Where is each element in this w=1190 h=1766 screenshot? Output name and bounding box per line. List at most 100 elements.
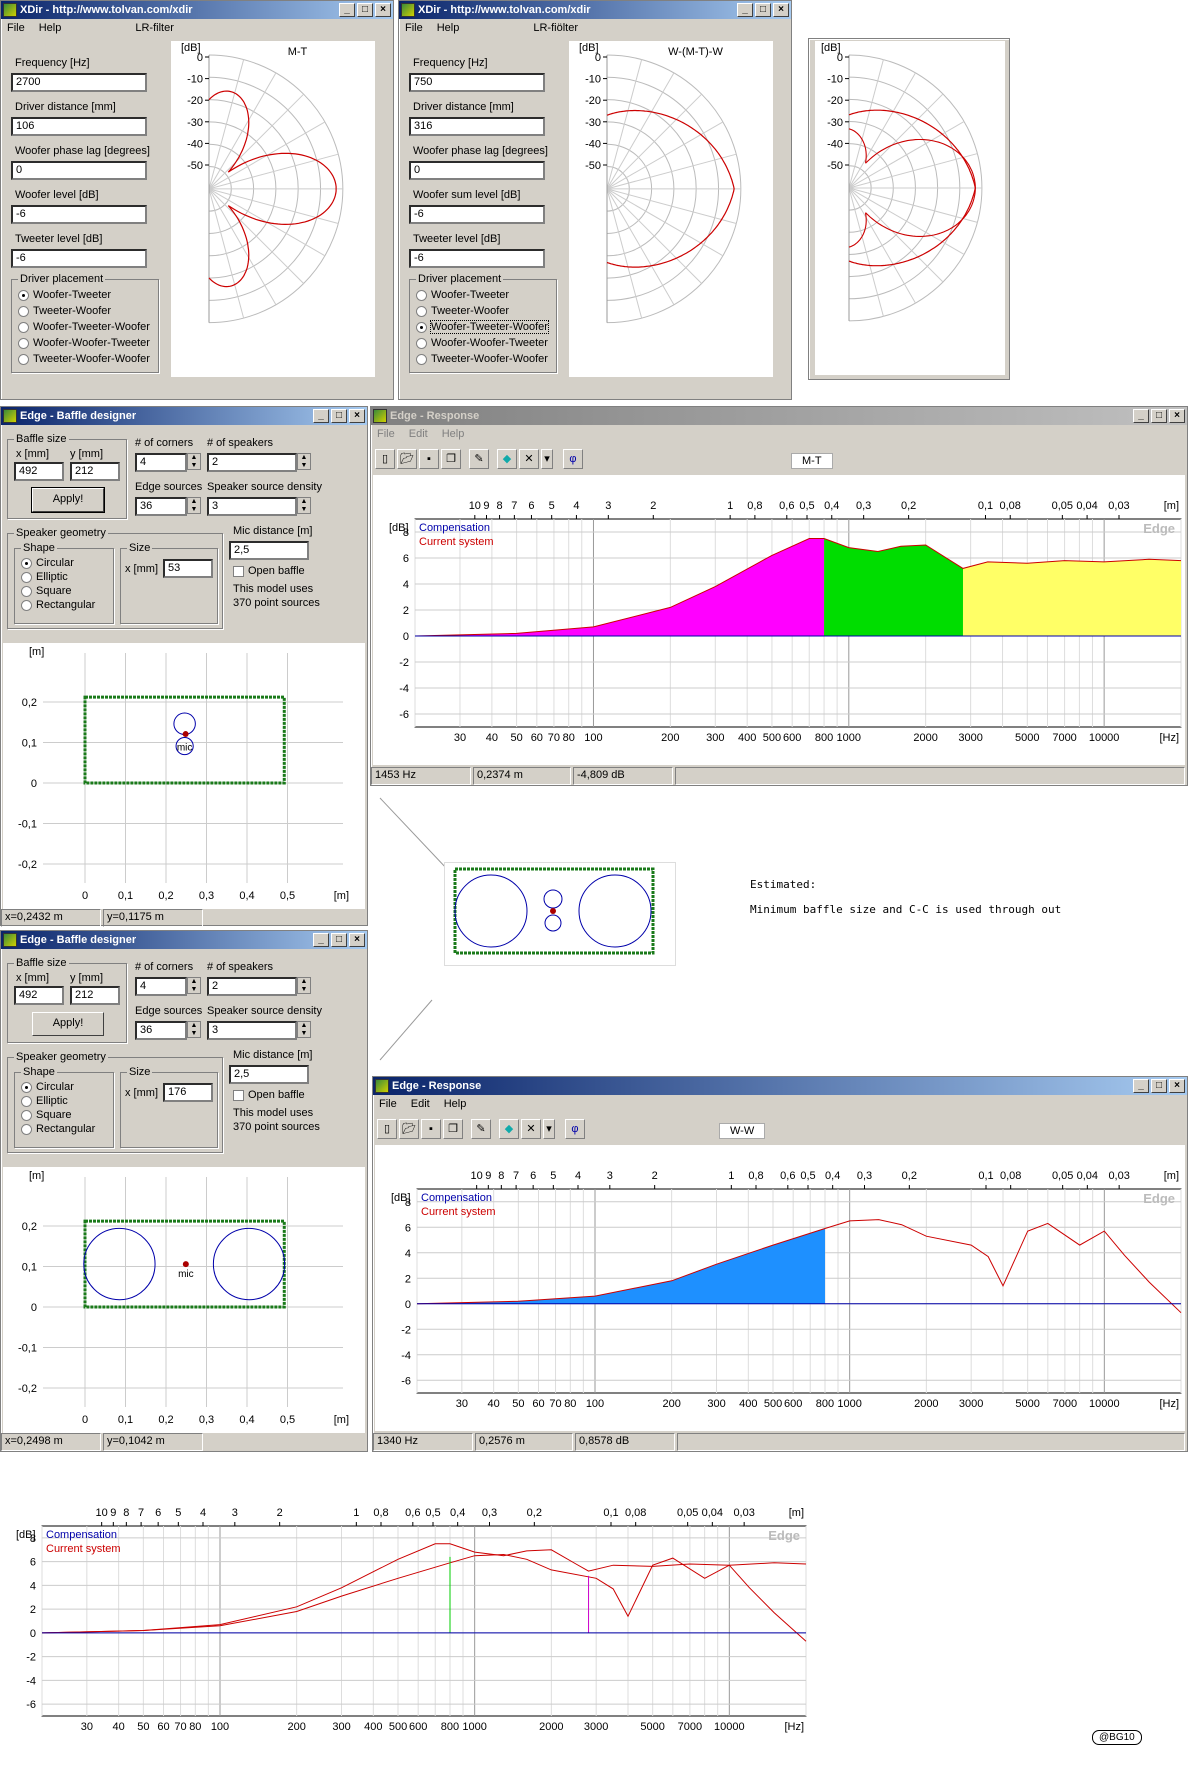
driver-distance-input[interactable]: 316: [409, 117, 545, 136]
response-tab-label[interactable]: M-T: [791, 453, 833, 469]
corners-input[interactable]: 4: [135, 453, 187, 472]
placement-tweeter-woofer[interactable]: Tweeter-Woofer: [18, 305, 111, 317]
edge-sources-input[interactable]: 36: [135, 497, 187, 516]
mic-distance-input[interactable]: 2,5: [229, 541, 309, 560]
close-button[interactable]: ×: [349, 933, 365, 947]
baffle-layout-plot[interactable]: [m] 0,2 0,1 0 -0,1 -0,2 0 0,1 0,2 0,3 0,4 0,5 [m] mic: [3, 643, 365, 909]
maximize-button[interactable]: □: [331, 409, 347, 423]
menu-edit[interactable]: Edit: [411, 1098, 430, 1110]
maximize-button[interactable]: □: [755, 3, 771, 17]
menu-file[interactable]: File: [405, 22, 423, 34]
open-folder-icon[interactable]: 📂︎: [399, 1119, 419, 1139]
pencil-icon[interactable]: ✎: [469, 449, 489, 469]
density-spinner[interactable]: ▲ ▼: [297, 497, 311, 514]
delete-icon[interactable]: ✕: [519, 449, 539, 469]
size-x-input[interactable]: 53: [163, 559, 213, 578]
density-spinner[interactable]: ▲ ▼: [297, 1021, 311, 1038]
mic-distance-input[interactable]: 2,5: [229, 1065, 309, 1084]
corners-spinner[interactable]: ▲ ▼: [187, 977, 201, 994]
placement-woofer-tweeter[interactable]: Woofer-Tweeter: [416, 289, 509, 301]
tweeter-level-input[interactable]: -6: [409, 249, 545, 268]
maximize-button[interactable]: □: [1151, 1079, 1167, 1093]
save-icon[interactable]: ▪: [419, 449, 439, 469]
dropdown-arrow-icon[interactable]: ▾: [543, 1119, 555, 1139]
woofer-phase-input[interactable]: 0: [11, 161, 147, 180]
placement-woofer-woofer-tweeter[interactable]: Woofer-Woofer-Tweeter: [18, 337, 150, 349]
close-button[interactable]: ×: [349, 409, 365, 423]
minimize-button[interactable]: _: [339, 3, 355, 17]
speakers-spinner[interactable]: ▲ ▼: [297, 977, 311, 994]
woofer-sum-level-input[interactable]: -6: [409, 205, 545, 224]
response-tab-label[interactable]: W-W: [719, 1123, 766, 1139]
minimize-button[interactable]: _: [1133, 409, 1149, 423]
tweeter-level-input[interactable]: -6: [11, 249, 147, 268]
apply-button[interactable]: Apply!: [32, 1012, 104, 1036]
delete-icon[interactable]: ✕: [521, 1119, 541, 1139]
shape-rectangular[interactable]: Rectangular: [21, 1123, 95, 1135]
response-plot-2[interactable]: 8 6 4 2 0 -2 -4 -6 30 40 50 60 70 80 100 200 300 400 500 60…: [375, 1145, 1185, 1431]
speakers-input[interactable]: 2: [207, 453, 297, 472]
baffle-x-input[interactable]: 492: [14, 986, 64, 1005]
maximize-button[interactable]: □: [357, 3, 373, 17]
driver-distance-input[interactable]: 106: [11, 117, 147, 136]
baffle-y-input[interactable]: 212: [70, 462, 120, 481]
woofer-phase-input[interactable]: 0: [409, 161, 545, 180]
maximize-button[interactable]: □: [331, 933, 347, 947]
menu-help[interactable]: Help: [444, 1098, 467, 1110]
frequency-input[interactable]: 2700: [11, 73, 147, 92]
shape-square[interactable]: Square: [21, 585, 71, 597]
placement-woofer-woofer-tweeter[interactable]: Woofer-Woofer-Tweeter: [416, 337, 548, 349]
phase-icon[interactable]: φ: [565, 1119, 585, 1139]
edge-sources-spinner[interactable]: ▲ ▼: [187, 497, 201, 514]
shape-circular[interactable]: Circular: [21, 557, 74, 569]
menu-edit[interactable]: Edit: [409, 428, 428, 440]
corners-spinner[interactable]: ▲ ▼: [187, 453, 201, 470]
speaker-icon[interactable]: ◆: [497, 449, 517, 469]
shape-rectangular[interactable]: Rectangular: [21, 599, 95, 611]
corners-input[interactable]: 4: [135, 977, 187, 996]
menu-file[interactable]: File: [7, 22, 25, 34]
edge-sources-spinner[interactable]: ▲ ▼: [187, 1021, 201, 1038]
placement-tweeter-woofer-woofer[interactable]: Tweeter-Woofer-Woofer: [18, 353, 150, 365]
close-button[interactable]: ×: [375, 3, 391, 17]
maximize-button[interactable]: □: [1151, 409, 1167, 423]
baffle-x-input[interactable]: 492: [14, 462, 64, 481]
minimize-button[interactable]: _: [737, 3, 753, 17]
open-baffle-checkbox[interactable]: Open baffle: [233, 565, 305, 577]
menu-file[interactable]: File: [379, 1098, 397, 1110]
new-file-icon[interactable]: ▯: [375, 449, 395, 469]
speakers-input[interactable]: 2: [207, 977, 297, 996]
menu-help[interactable]: Help: [442, 428, 465, 440]
edge-sources-input[interactable]: 36: [135, 1021, 187, 1040]
speaker-icon[interactable]: ◆: [499, 1119, 519, 1139]
minimize-button[interactable]: _: [1133, 1079, 1149, 1093]
copy-icon[interactable]: ❐: [443, 1119, 463, 1139]
open-folder-icon[interactable]: 📂︎: [397, 449, 417, 469]
menu-help[interactable]: Help: [437, 22, 460, 34]
placement-woofer-tweeter-woofer[interactable]: Woofer-Tweeter-Woofer: [416, 320, 549, 334]
placement-woofer-tweeter-woofer[interactable]: Woofer-Tweeter-Woofer: [18, 321, 150, 333]
minimize-button[interactable]: _: [313, 409, 329, 423]
frequency-input[interactable]: 750: [409, 73, 545, 92]
open-baffle-checkbox[interactable]: Open baffle: [233, 1089, 305, 1101]
shape-square[interactable]: Square: [21, 1109, 71, 1121]
phase-icon[interactable]: φ: [563, 449, 583, 469]
menu-help[interactable]: Help: [39, 22, 62, 34]
baffle-layout-plot[interactable]: [m] 0,2 0,1 0 -0,1 -0,2 0 0,1 0,2 0,3 0,4 0,5 [m] mic: [3, 1167, 365, 1433]
placement-tweeter-woofer-woofer[interactable]: Tweeter-Woofer-Woofer: [416, 353, 548, 365]
menu-file[interactable]: File: [377, 428, 395, 440]
response-plot-1[interactable]: 8 6 4 2 0 -2 -4 -6 30 40 50 60 70 80 100 200 300 400 500 60…: [373, 475, 1185, 765]
placement-woofer-tweeter[interactable]: Woofer-Tweeter: [18, 289, 111, 301]
close-button[interactable]: ×: [1169, 409, 1185, 423]
size-x-input[interactable]: 176: [163, 1083, 213, 1102]
minimize-button[interactable]: _: [313, 933, 329, 947]
placement-tweeter-woofer[interactable]: Tweeter-Woofer: [416, 305, 509, 317]
density-input[interactable]: 3: [207, 497, 297, 516]
pencil-icon[interactable]: ✎: [471, 1119, 491, 1139]
shape-elliptic[interactable]: Elliptic: [21, 571, 68, 583]
shape-elliptic[interactable]: Elliptic: [21, 1095, 68, 1107]
new-file-icon[interactable]: ▯: [377, 1119, 397, 1139]
close-button[interactable]: ×: [1169, 1079, 1185, 1093]
dropdown-arrow-icon[interactable]: ▾: [541, 449, 553, 469]
shape-circular[interactable]: Circular: [21, 1081, 74, 1093]
